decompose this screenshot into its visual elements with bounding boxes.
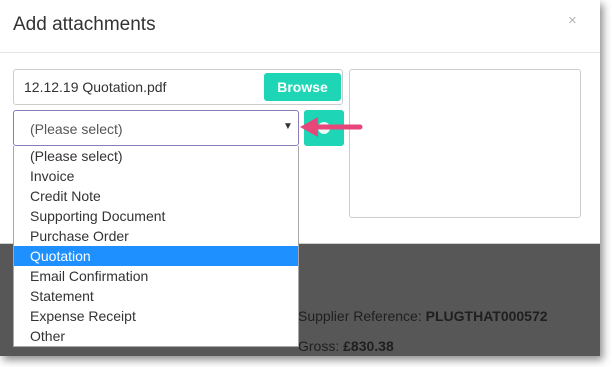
modal-header: Add attachments × — [0, 0, 600, 53]
dropdown-option[interactable]: Supporting Document — [14, 206, 298, 226]
select-value: (Please select) — [30, 121, 123, 137]
dropdown-option[interactable]: Other — [14, 326, 298, 346]
modal-title: Add attachments — [13, 14, 156, 35]
dropdown-option-selected[interactable]: Quotation — [14, 246, 298, 266]
annotation-arrow-icon — [300, 117, 363, 137]
browse-button[interactable]: Browse — [264, 73, 341, 101]
attachment-preview — [349, 69, 581, 218]
supplier-reference: Supplier Reference: PLUGTHAT000572 — [298, 308, 548, 324]
dropdown-option[interactable]: Credit Note — [14, 186, 298, 206]
document-type-select[interactable]: (Please select) ▼ — [13, 110, 299, 146]
supplier-reference-label: Supplier Reference: — [298, 308, 422, 324]
supplier-reference-value: PLUGTHAT000572 — [425, 308, 548, 324]
chevron-down-icon: ▼ — [283, 121, 293, 132]
dropdown-option[interactable]: Email Confirmation — [14, 266, 298, 286]
gross-label: Gross: — [298, 338, 340, 354]
dropdown-option[interactable]: (Please select) — [14, 146, 298, 166]
screenshot-frame: Supplier Reference: PLUGTHAT000572 Gross… — [0, 0, 600, 356]
gross-value: £830.38 — [343, 338, 394, 354]
close-icon[interactable]: × — [568, 12, 577, 29]
dropdown-option[interactable]: Invoice — [14, 166, 298, 186]
file-input[interactable]: 12.12.19 Quotation.pdf Browse — [13, 69, 343, 105]
gross-amount: Gross: £830.38 — [298, 338, 394, 354]
document-type-dropdown: (Please select) Invoice Credit Note Supp… — [13, 146, 299, 347]
dropdown-option[interactable]: Expense Receipt — [14, 306, 298, 326]
dropdown-option[interactable]: Purchase Order — [14, 226, 298, 246]
dropdown-option[interactable]: Statement — [14, 286, 298, 306]
file-name: 12.12.19 Quotation.pdf — [24, 79, 167, 95]
